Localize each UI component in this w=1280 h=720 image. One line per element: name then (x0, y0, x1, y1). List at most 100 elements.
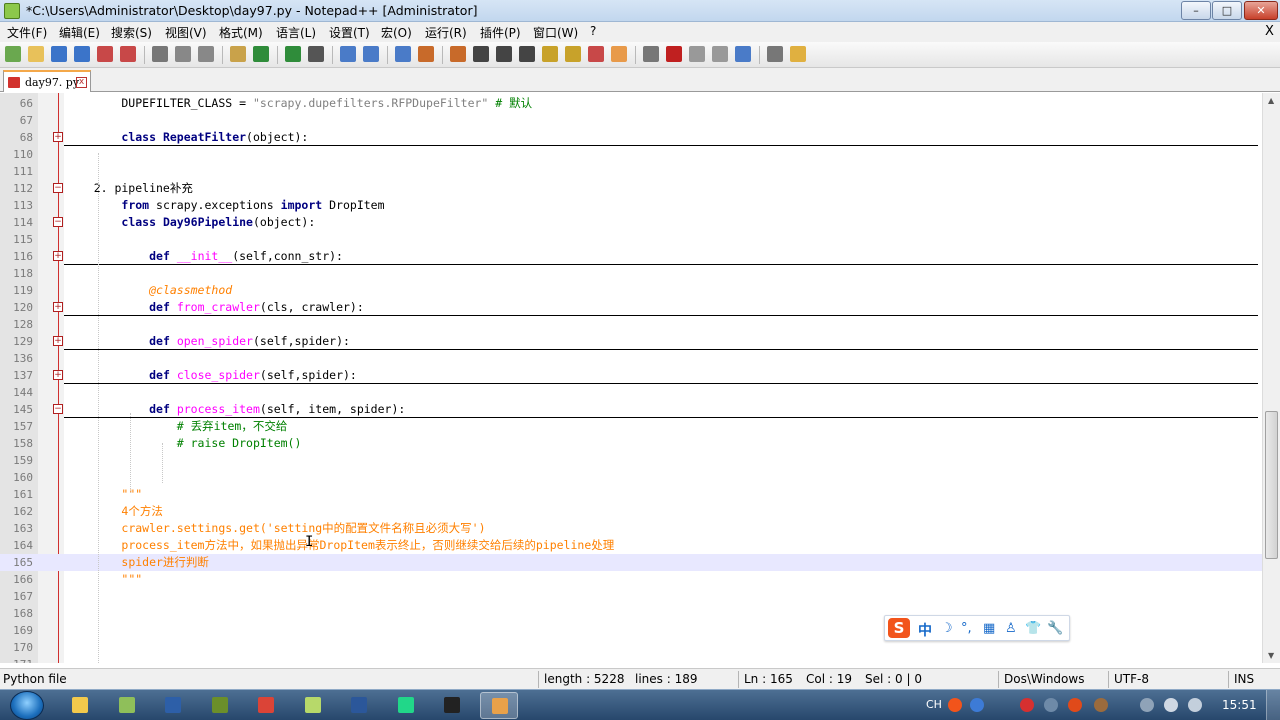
language-indicator[interactable]: CH (926, 698, 942, 711)
minimize-button[interactable]: – (1181, 1, 1211, 20)
save-icon[interactable] (51, 46, 67, 62)
copy-icon[interactable] (198, 46, 214, 62)
tab-day97[interactable]: day97. py x (3, 70, 91, 92)
code-line[interactable]: 169 (0, 622, 1262, 639)
skin-icon[interactable]: 👕 (1025, 621, 1041, 636)
play-macro-icon[interactable] (712, 46, 728, 62)
ime-mode-label[interactable]: 中 (918, 620, 932, 640)
cut-icon[interactable] (175, 46, 191, 62)
keyboard-tray-icon[interactable] (1164, 698, 1178, 712)
fold-expand-icon[interactable]: + (53, 251, 63, 261)
fold-expand-icon[interactable]: + (53, 336, 63, 346)
code-line[interactable]: 160 (0, 469, 1262, 486)
code-line[interactable]: 68 + class RepeatFilter(object): (0, 129, 1262, 146)
taskbar-button[interactable] (61, 692, 99, 719)
volume-icon[interactable] (1188, 698, 1202, 712)
sync-vertical-icon[interactable] (418, 46, 434, 62)
taskbar-button[interactable] (247, 692, 285, 719)
scroll-down-arrow-icon[interactable]: ▼ (1268, 651, 1274, 660)
code-line[interactable]: 114 − class Day96Pipeline(object): (0, 214, 1262, 231)
fold-expand-icon[interactable]: + (53, 370, 63, 380)
code-line[interactable]: 168 (0, 605, 1262, 622)
taskbar-button[interactable] (433, 692, 471, 719)
taskbar-button[interactable] (201, 692, 239, 719)
menu-window[interactable]: 窗口(W) (533, 24, 578, 41)
menu-run[interactable]: 运行(R) (425, 24, 467, 41)
code-line[interactable]: 113 from scrapy.exceptions import DropIt… (0, 197, 1262, 214)
code-line[interactable]: 110 (0, 146, 1262, 163)
menu-plugins[interactable]: 插件(P) (480, 24, 521, 41)
indent-guide-icon[interactable] (519, 46, 535, 62)
show-desktop-button[interactable] (1266, 690, 1280, 720)
monitoring-icon[interactable] (643, 46, 659, 62)
menu-view[interactable]: 视图(V) (165, 24, 207, 41)
menu-settings[interactable]: 设置(T) (329, 24, 370, 41)
zoom-out-icon[interactable] (395, 46, 411, 62)
close-window-button[interactable]: ✕ (1244, 1, 1278, 20)
new-file-icon[interactable] (5, 46, 21, 62)
code-line[interactable]: 128 (0, 316, 1262, 333)
maximize-button[interactable]: □ (1212, 1, 1242, 20)
network-tray-icon[interactable] (1044, 698, 1058, 712)
save-all-icon[interactable] (74, 46, 90, 62)
fold-collapse-icon[interactable]: − (53, 404, 63, 414)
undo-icon[interactable] (253, 46, 269, 62)
code-line[interactable]: 137 + def close_spider(self,spider): (0, 367, 1262, 384)
scrollbar-thumb[interactable] (1265, 411, 1278, 559)
function-list-icon[interactable] (588, 46, 604, 62)
code-line[interactable]: 158 # raise DropItem() (0, 435, 1262, 452)
menu-search[interactable]: 搜索(S) (111, 24, 152, 41)
menu-format[interactable]: 格式(M) (219, 24, 263, 41)
tab-close-button[interactable]: x (76, 77, 87, 88)
code-line[interactable]: 66 DUPEFILTER_CLASS = "scrapy.dupefilter… (0, 95, 1262, 112)
menu-macro[interactable]: 宏(O) (381, 24, 412, 41)
taskbar-button[interactable] (387, 692, 425, 719)
zoom-in-icon[interactable] (363, 46, 379, 62)
show-all-chars-icon[interactable] (496, 46, 512, 62)
taskbar-button[interactable] (108, 692, 146, 719)
code-line[interactable]: 136 (0, 350, 1262, 367)
scroll-up-arrow-icon[interactable]: ▲ (1268, 96, 1274, 105)
menu-edit[interactable]: 编辑(E) (59, 24, 100, 41)
save-macro-icon[interactable] (767, 46, 783, 62)
help-tray-icon[interactable] (970, 698, 984, 712)
code-line[interactable]: 163 crawler.settings.get('setting中的配置文件名… (0, 520, 1262, 537)
menu-help[interactable]: ? (590, 24, 596, 38)
redo-icon[interactable] (285, 46, 301, 62)
code-line[interactable]: 118 (0, 265, 1262, 282)
run-macro-multiple-icon[interactable] (735, 46, 751, 62)
open-file-icon[interactable] (28, 46, 44, 62)
plugin-icon[interactable] (790, 46, 806, 62)
code-line[interactable]: 162 4个方法 (0, 503, 1262, 520)
replace-icon[interactable] (340, 46, 356, 62)
taskbar-button[interactable] (479, 692, 518, 719)
code-line[interactable]: 166 """ (0, 571, 1262, 588)
code-line[interactable]: 67 (0, 112, 1262, 129)
user-icon[interactable]: ♙ (1005, 621, 1017, 636)
close-all-icon[interactable] (120, 46, 136, 62)
doc-map-icon[interactable] (565, 46, 581, 62)
code-line[interactable]: 111 (0, 163, 1262, 180)
menu-file[interactable]: 文件(F) (7, 24, 47, 41)
word-wrap-icon[interactable] (473, 46, 489, 62)
find-icon[interactable] (308, 46, 324, 62)
code-line[interactable]: 115 (0, 231, 1262, 248)
app-tray-icon[interactable] (1094, 698, 1108, 712)
fold-expand-icon[interactable]: + (53, 132, 63, 142)
punctuation-icon[interactable]: °, (961, 621, 972, 636)
taskbar-button[interactable] (154, 692, 192, 719)
code-line[interactable]: 157 # 丢弃item，不交给 (0, 418, 1262, 435)
code-line[interactable]: 171 (0, 656, 1262, 663)
code-line[interactable]: 161 """ (0, 486, 1262, 503)
paste-icon[interactable] (230, 46, 246, 62)
code-line[interactable]: 112 − 2. pipeline补充 (0, 180, 1262, 197)
print-icon[interactable] (152, 46, 168, 62)
clock[interactable]: 15:51 (1222, 698, 1257, 712)
taskbar-button[interactable] (294, 692, 332, 719)
close-document-button[interactable]: X (1265, 24, 1274, 39)
fold-collapse-icon[interactable]: − (53, 217, 63, 227)
stop-record-icon[interactable] (689, 46, 705, 62)
fold-expand-icon[interactable]: + (53, 302, 63, 312)
vertical-scrollbar[interactable]: ▲ ▼ (1262, 93, 1280, 663)
sogou-tray-icon[interactable] (948, 698, 962, 712)
